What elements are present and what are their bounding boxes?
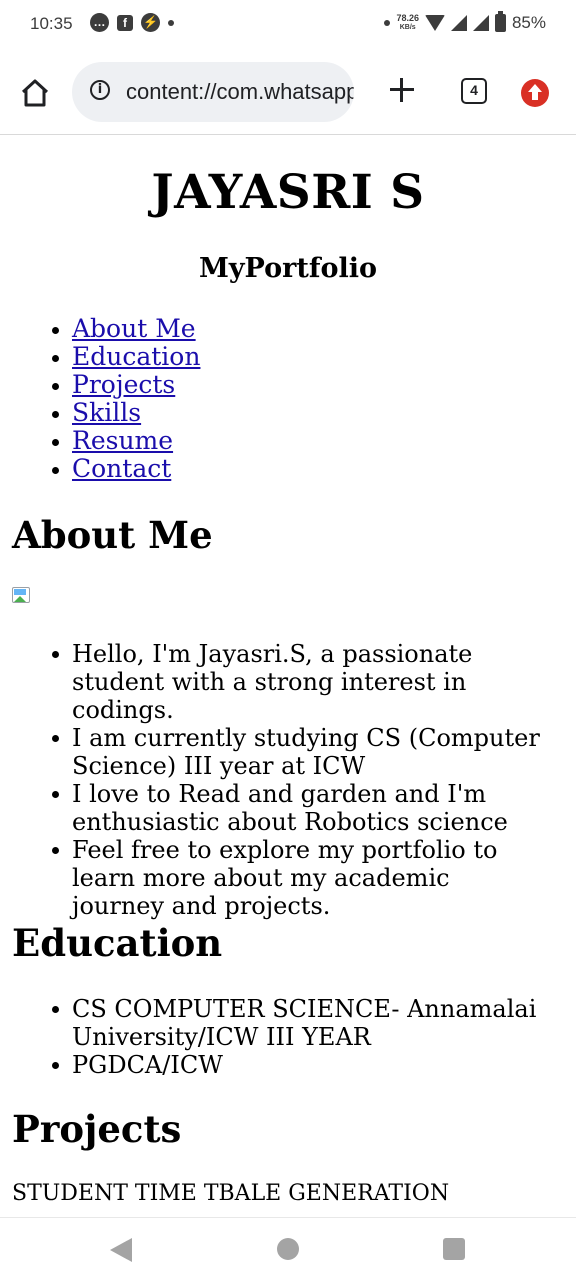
about-list: Hello, I'm Jayasri.S, a passionate stude… (0, 640, 542, 920)
nav-item-contact: Contact (0, 455, 200, 483)
message-icon: … (90, 13, 109, 32)
nav-link-contact[interactable]: Contact (72, 454, 171, 483)
nav-item-education: Education (0, 343, 200, 371)
signal-icon (450, 15, 467, 31)
about-item: I love to Read and garden and I'm enthus… (0, 780, 542, 836)
nav-item-skills: Skills (0, 399, 200, 427)
new-tab-button[interactable] (388, 76, 416, 104)
wifi-icon (424, 15, 445, 31)
notification-icons: … f ⚡ (90, 13, 174, 32)
recents-icon[interactable] (443, 1238, 465, 1260)
projects-heading: Projects (12, 1107, 182, 1151)
education-item: PGDCA/ICW (0, 1051, 542, 1079)
about-item: I am currently studying CS (Computer Sci… (0, 724, 542, 780)
nav-list: About Me Education Projects Skills Resum… (0, 315, 200, 483)
nav-item-projects: Projects (0, 371, 200, 399)
battery-icon (494, 11, 506, 32)
more-notifications-icon (168, 19, 174, 26)
education-item: CS COMPUTER SCIENCE- Annamalai Universit… (0, 995, 542, 1051)
home-icon[interactable] (20, 78, 50, 108)
status-time: 10:35 (30, 14, 73, 33)
system-icons: 78.26 KB/s 85% (384, 11, 546, 33)
update-icon[interactable] (521, 79, 549, 107)
info-icon[interactable]: i (90, 80, 110, 100)
net-speed-value: 78.26 (396, 13, 419, 23)
project-text: STUDENT TIME TBALE GENERATION (12, 1181, 450, 1206)
back-icon[interactable] (110, 1238, 132, 1262)
education-list: CS COMPUTER SCIENCE- Annamalai Universit… (0, 995, 542, 1079)
net-speed: 78.26 KB/s (396, 14, 419, 32)
home-circle-icon[interactable] (277, 1238, 299, 1260)
signal-icon-2 (472, 15, 489, 31)
address-bar[interactable]: i content://com.whatsapp.provider.media/… (72, 62, 354, 122)
tab-switcher-button[interactable]: 4 (461, 78, 487, 104)
browser-toolbar: i content://com.whatsapp.provider.media/… (0, 50, 576, 135)
facebook-icon: f (117, 14, 133, 31)
nav-item-resume: Resume (0, 427, 200, 455)
system-nav-bar (0, 1217, 576, 1281)
messenger-icon: ⚡ (141, 13, 160, 32)
nav-link-education[interactable]: Education (72, 342, 200, 371)
notification-dot-icon (384, 20, 391, 26)
nav-link-resume[interactable]: Resume (72, 426, 173, 455)
broken-image-icon (12, 587, 36, 609)
url-text[interactable]: content://com.whatsapp.provider.media/it… (126, 79, 354, 105)
status-bar: 10:35 … f ⚡ 78.26 KB/s 85% (0, 0, 576, 50)
about-item: Feel free to explore my portfolio to lea… (0, 836, 542, 920)
net-speed-unit: KB/s (399, 24, 416, 31)
about-heading: About Me (12, 513, 213, 557)
nav-item-about: About Me (0, 315, 200, 343)
nav-link-about[interactable]: About Me (72, 314, 196, 343)
page-subtitle: MyPortfolio (198, 253, 377, 284)
about-item: Hello, I'm Jayasri.S, a passionate stude… (0, 640, 542, 724)
page-title: JAYASRI S (151, 165, 425, 220)
nav-link-projects[interactable]: Projects (72, 370, 175, 399)
nav-link-skills[interactable]: Skills (72, 398, 141, 427)
education-heading: Education (12, 921, 223, 965)
battery-percent: 85% (511, 13, 546, 32)
